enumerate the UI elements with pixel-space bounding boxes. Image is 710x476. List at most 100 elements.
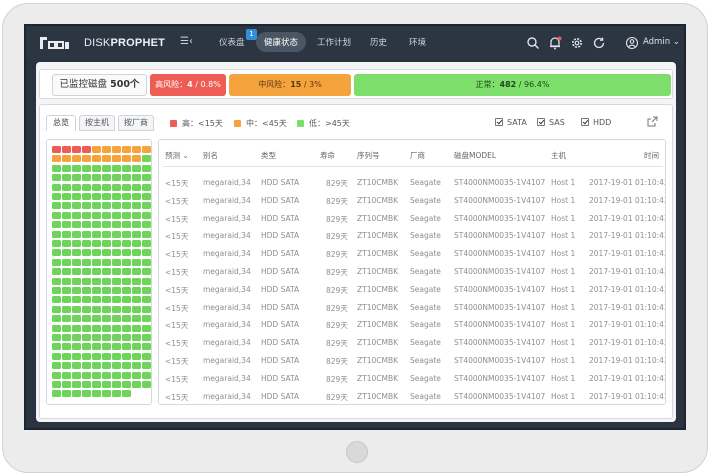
disk-cell[interactable] [122, 249, 131, 257]
user-menu[interactable]: Admin ⌄ [643, 37, 680, 47]
disk-cell[interactable] [62, 155, 71, 163]
high-risk-segment[interactable]: 高风险：4 / 0.8% [150, 74, 226, 96]
disk-cell[interactable] [92, 164, 101, 172]
disk-cell[interactable] [72, 381, 81, 388]
disk-cell[interactable] [132, 221, 141, 229]
disk-cell[interactable] [102, 211, 111, 219]
disk-cell[interactable] [62, 315, 71, 323]
disk-cell[interactable] [122, 296, 131, 304]
disk-cell[interactable] [52, 174, 61, 182]
disk-cell[interactable] [82, 183, 91, 191]
user-icon[interactable] [625, 36, 639, 50]
disk-cell[interactable] [122, 211, 131, 219]
export-icon[interactable] [647, 116, 658, 127]
disk-cell[interactable] [62, 305, 71, 313]
disk-cell[interactable] [62, 240, 71, 247]
disk-cell[interactable] [112, 183, 121, 191]
disk-cell[interactable] [62, 164, 71, 172]
disk-cell[interactable] [72, 324, 81, 332]
bell-icon[interactable] [548, 36, 562, 50]
disk-cell[interactable] [82, 221, 91, 229]
disk-cell[interactable] [92, 362, 101, 370]
disk-cell[interactable] [102, 193, 111, 200]
disk-cell[interactable] [52, 371, 61, 379]
disk-cell[interactable] [112, 230, 121, 238]
disk-cell[interactable] [122, 202, 131, 210]
disk-cell[interactable] [102, 221, 111, 229]
filter-hdd-checkbox[interactable]: HDD [581, 118, 611, 127]
disk-cell[interactable] [62, 258, 71, 266]
disk-cell[interactable] [62, 221, 71, 229]
disk-cell[interactable] [52, 352, 61, 360]
disk-cell[interactable] [52, 258, 61, 266]
disk-cell[interactable] [112, 221, 121, 229]
disk-cell[interactable] [142, 268, 151, 276]
disk-cell[interactable] [92, 277, 101, 285]
disk-cell[interactable] [72, 362, 81, 370]
disk-cell[interactable] [92, 211, 101, 219]
disk-cell[interactable] [82, 164, 91, 172]
disk-cell[interactable] [102, 371, 111, 379]
disk-cell[interactable] [122, 334, 131, 341]
disk-cell[interactable] [142, 287, 151, 294]
disk-cell[interactable] [82, 334, 91, 341]
disk-cell[interactable] [102, 146, 111, 153]
disk-cell[interactable] [102, 230, 111, 238]
disk-cell[interactable] [122, 268, 131, 276]
disk-cell[interactable] [52, 193, 61, 200]
disk-cell[interactable] [92, 268, 101, 276]
disk-cell[interactable] [82, 230, 91, 238]
disk-cell[interactable] [52, 183, 61, 191]
disk-cell[interactable] [112, 277, 121, 285]
disk-cell[interactable] [112, 174, 121, 182]
disk-cell[interactable] [102, 352, 111, 360]
disk-cell[interactable] [142, 164, 151, 172]
disk-cell[interactable] [132, 258, 141, 266]
disk-cell[interactable] [102, 183, 111, 191]
disk-cell[interactable] [102, 324, 111, 332]
disk-cell[interactable] [62, 381, 71, 388]
disk-cell[interactable] [122, 193, 131, 200]
disk-cell[interactable] [122, 381, 131, 388]
disk-cell[interactable] [132, 155, 141, 163]
disk-cell[interactable] [72, 287, 81, 294]
brand-name[interactable]: DISKPROPHET [84, 37, 165, 49]
disk-cell[interactable] [142, 211, 151, 219]
disk-cell[interactable] [132, 164, 141, 172]
disk-cell[interactable] [132, 287, 141, 294]
disk-cell[interactable] [102, 287, 111, 294]
disk-cell[interactable] [122, 183, 131, 191]
disk-cell[interactable] [122, 371, 131, 379]
disk-cell[interactable] [52, 334, 61, 341]
disk-cell[interactable] [52, 164, 61, 172]
disk-cell[interactable] [112, 381, 121, 388]
disk-cell[interactable] [62, 174, 71, 182]
disk-cell[interactable] [62, 277, 71, 285]
disk-cell[interactable] [112, 371, 121, 379]
disk-cell[interactable] [122, 258, 131, 266]
disk-cell[interactable] [52, 305, 61, 313]
tab-by-vendor[interactable]: 按厂商 [118, 115, 154, 131]
disk-cell[interactable] [112, 334, 121, 341]
nav-dashboard[interactable]: 仪表盘 [219, 36, 245, 48]
disk-cell[interactable] [102, 258, 111, 266]
disk-cell[interactable] [82, 287, 91, 294]
disk-cell[interactable] [132, 381, 141, 388]
disk-cell[interactable] [72, 268, 81, 276]
disk-cell[interactable] [92, 390, 101, 398]
table-row[interactable]: <15天 megaraid,34 HDD SATA 829天 ZT10CMBK Seaga… [159, 334, 665, 352]
disk-cell[interactable] [82, 315, 91, 323]
disk-cell[interactable] [72, 174, 81, 182]
disk-cell[interactable] [122, 315, 131, 323]
disk-cell[interactable] [102, 390, 111, 398]
disk-cell[interactable] [132, 334, 141, 341]
disk-cell[interactable] [122, 305, 131, 313]
disk-cell[interactable] [72, 305, 81, 313]
disk-cell[interactable] [142, 193, 151, 200]
disk-cell[interactable] [62, 193, 71, 200]
disk-cell[interactable] [62, 343, 71, 351]
disk-cell[interactable] [92, 287, 101, 294]
disk-cell[interactable] [82, 343, 91, 351]
disk-cell[interactable] [142, 202, 151, 210]
disk-cell[interactable] [62, 183, 71, 191]
